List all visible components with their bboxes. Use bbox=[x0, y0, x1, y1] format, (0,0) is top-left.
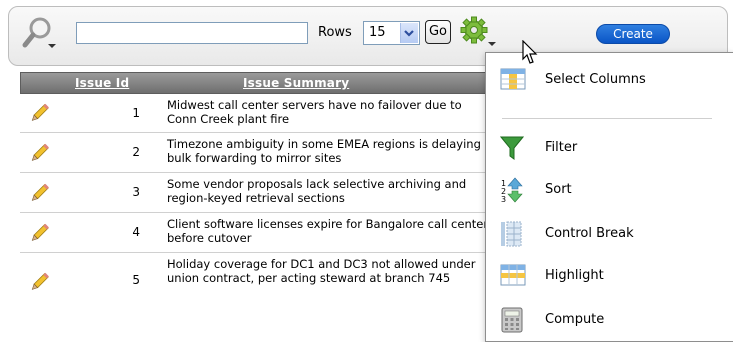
menu-item-compute[interactable]: Compute bbox=[486, 303, 733, 335]
search-icon[interactable] bbox=[20, 14, 64, 52]
pencil-icon[interactable] bbox=[28, 182, 50, 204]
mouse-cursor-icon bbox=[522, 39, 540, 66]
gear-icon[interactable] bbox=[460, 16, 500, 50]
menu-item-label: Filter bbox=[545, 140, 578, 155]
menu-item-label: Control Break bbox=[545, 226, 634, 241]
pencil-icon[interactable] bbox=[28, 222, 50, 244]
menu-item-label: Select Columns bbox=[545, 72, 646, 87]
svg-text:3: 3 bbox=[501, 195, 506, 203]
issue-id: 5 bbox=[132, 273, 140, 287]
issue-summary: Client software licenses expire for Bang… bbox=[167, 217, 489, 245]
actions-menu: Select Columns Filter 1 2 3 Sort Control… bbox=[485, 52, 733, 342]
control-break-icon bbox=[500, 221, 524, 247]
funnel-icon bbox=[499, 135, 525, 160]
issue-summary: Timezone ambiguity in some EMEA regions … bbox=[167, 137, 481, 165]
rows-select-value: 15 bbox=[369, 25, 386, 40]
issue-id: 3 bbox=[132, 185, 140, 199]
menu-separator bbox=[502, 118, 712, 119]
menu-item-select-columns[interactable]: Select Columns bbox=[486, 63, 733, 95]
menu-item-highlight[interactable]: Highlight bbox=[486, 259, 733, 291]
table-row: 3 Some vendor proposals lack selective a… bbox=[20, 173, 490, 213]
go-button[interactable]: Go bbox=[425, 20, 451, 44]
issue-id: 1 bbox=[132, 106, 140, 120]
issue-summary: Holiday coverage for DC1 and DC3 not all… bbox=[167, 257, 476, 285]
pencil-icon[interactable] bbox=[28, 102, 50, 124]
pencil-icon[interactable] bbox=[28, 271, 50, 293]
table-row: 4 Client software licenses expire for Ba… bbox=[20, 213, 490, 253]
pencil-icon[interactable] bbox=[28, 142, 50, 164]
menu-item-label: Highlight bbox=[545, 268, 604, 283]
rows-label: Rows bbox=[318, 25, 352, 40]
highlight-icon bbox=[500, 263, 526, 287]
rows-select[interactable]: 15 bbox=[363, 21, 420, 45]
issue-id: 4 bbox=[132, 225, 140, 239]
menu-item-label: Sort bbox=[545, 182, 572, 197]
menu-item-label: Compute bbox=[545, 312, 605, 327]
issue-summary: Midwest call center servers have no fail… bbox=[167, 98, 462, 126]
menu-item-filter[interactable]: Filter bbox=[486, 131, 733, 163]
calculator-icon bbox=[500, 307, 524, 333]
table-row: 5 Holiday coverage for DC1 and DC3 not a… bbox=[20, 253, 490, 333]
chevron-down-icon[interactable] bbox=[400, 23, 418, 43]
menu-item-sort[interactable]: 1 2 3 Sort bbox=[486, 173, 733, 205]
issue-id: 2 bbox=[132, 145, 140, 159]
table-row: 1 Midwest call center servers have no fa… bbox=[20, 94, 490, 133]
issue-summary: Some vendor proposals lack selective arc… bbox=[167, 177, 467, 205]
search-input[interactable] bbox=[76, 22, 308, 44]
menu-item-control-break[interactable]: Control Break bbox=[486, 217, 733, 249]
create-button[interactable]: Create bbox=[596, 24, 670, 44]
column-header-issue-summary[interactable]: Issue Summary bbox=[243, 76, 349, 90]
sort-icon: 1 2 3 bbox=[500, 177, 524, 204]
report-header-row: Issue Id Issue Summary bbox=[20, 72, 490, 94]
column-header-issue-id[interactable]: Issue Id bbox=[75, 76, 129, 90]
table-row: 2 Timezone ambiguity in some EMEA region… bbox=[20, 133, 490, 173]
select-columns-icon bbox=[500, 67, 526, 91]
